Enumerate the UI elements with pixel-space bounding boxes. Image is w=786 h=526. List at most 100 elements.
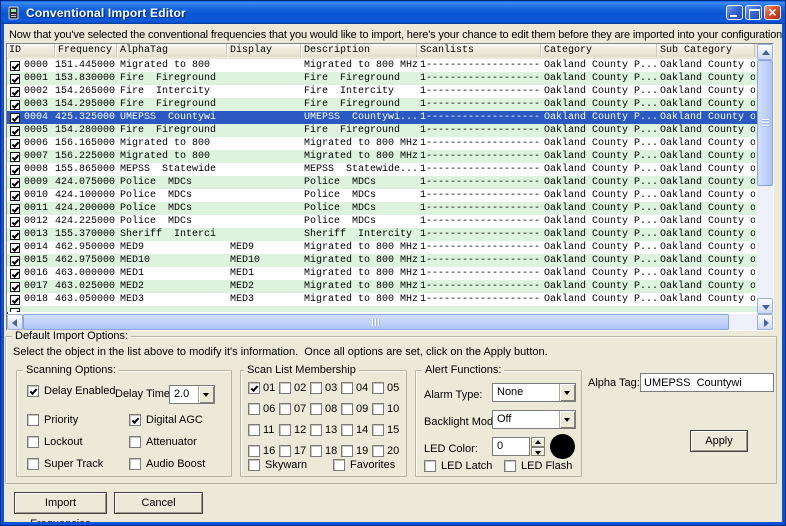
scroll-left-button[interactable] bbox=[7, 314, 23, 330]
close-button[interactable] bbox=[764, 5, 781, 20]
checkbox-box[interactable] bbox=[27, 436, 39, 448]
row-checkbox[interactable] bbox=[10, 178, 20, 188]
scroll-right-button[interactable] bbox=[757, 314, 773, 330]
table-row-0013[interactable]: 0013155.370000Sheriff InterciSheriff Int… bbox=[7, 228, 757, 241]
checkbox-audio-boost[interactable]: Audio Boost bbox=[129, 458, 205, 470]
dropdown-arrow-icon[interactable] bbox=[559, 411, 575, 428]
table-row-0012[interactable]: 0012424.225000Police MDCsPolice MDCs1---… bbox=[7, 215, 757, 228]
table-row-0014[interactable]: 0014462.950000MED9MED9Migrated to 800 MH… bbox=[7, 241, 757, 254]
checkbox-box[interactable] bbox=[372, 403, 384, 415]
horizontal-scrollbar[interactable] bbox=[7, 314, 773, 330]
row-checkbox[interactable] bbox=[10, 139, 20, 149]
table-row-0015[interactable]: 0015462.975000MED10MED10Migrated to 800 … bbox=[7, 254, 757, 267]
checkbox-box[interactable] bbox=[504, 460, 516, 472]
checkbox-scanlist-19[interactable]: 19 bbox=[341, 445, 372, 457]
table-row-0017[interactable]: 0017463.025000MED2MED2Migrated to 800 MH… bbox=[7, 280, 757, 293]
column-header-category[interactable]: Category bbox=[541, 44, 657, 57]
checkbox-super-track[interactable]: Super Track bbox=[27, 458, 103, 470]
column-header-id[interactable]: ID bbox=[7, 44, 55, 57]
column-header-display[interactable]: Display bbox=[227, 44, 301, 57]
checkbox-scanlist-17[interactable]: 17 bbox=[279, 445, 310, 457]
checkbox-scanlist-16[interactable]: 16 bbox=[248, 445, 279, 457]
row-checkbox[interactable] bbox=[10, 282, 20, 292]
row-checkbox[interactable] bbox=[10, 61, 20, 71]
checkbox-scanlist-04[interactable]: 04 bbox=[341, 382, 372, 394]
checkbox-attenuator[interactable]: Attenuator bbox=[129, 436, 197, 448]
table-row-0004[interactable]: 0004425.325000UMEPSS CountywiUMEPSS Coun… bbox=[7, 111, 757, 124]
checkbox-box[interactable] bbox=[129, 414, 141, 426]
spinner-down-button[interactable] bbox=[531, 447, 545, 457]
checkbox-led-latch[interactable]: LED Latch bbox=[424, 460, 492, 472]
checkbox-box[interactable] bbox=[310, 382, 322, 394]
column-header-scanlists[interactable]: Scanlists bbox=[417, 44, 541, 57]
table-row-0016[interactable]: 0016463.000000MED1MED1Migrated to 800 MH… bbox=[7, 267, 757, 280]
row-checkbox[interactable] bbox=[10, 126, 20, 136]
checkbox-scanlist-15[interactable]: 15 bbox=[372, 424, 403, 436]
alpha-tag-input[interactable] bbox=[640, 373, 774, 392]
checkbox-priority[interactable]: Priority bbox=[27, 414, 78, 426]
table-row-0001[interactable]: 0001153.830000Fire FiregroundFire Firegr… bbox=[7, 72, 757, 85]
delay-time-dropdown[interactable]: 2.0 bbox=[169, 385, 215, 404]
table-row-0018[interactable]: 0018463.050000MED3MED3Migrated to 800 MH… bbox=[7, 293, 757, 306]
table-row-partial[interactable] bbox=[7, 306, 757, 312]
column-header-description[interactable]: Description bbox=[301, 44, 417, 57]
checkbox-led-flash[interactable]: LED Flash bbox=[504, 460, 572, 472]
maximize-button[interactable] bbox=[745, 5, 762, 20]
scroll-up-button[interactable] bbox=[757, 44, 773, 60]
checkbox-scanlist-11[interactable]: 11 bbox=[248, 424, 279, 436]
table-row-0010[interactable]: 0010424.100000Police MDCsPolice MDCs1---… bbox=[7, 189, 757, 202]
checkbox-box[interactable] bbox=[341, 445, 353, 457]
checkbox-box[interactable] bbox=[333, 459, 345, 471]
apply-button[interactable]: Apply bbox=[690, 430, 748, 452]
row-checkbox[interactable] bbox=[10, 152, 20, 162]
table-row-0000[interactable]: 0000151.445000Migrated to 800Migrated to… bbox=[7, 59, 757, 72]
checkbox-box[interactable] bbox=[27, 458, 39, 470]
column-header-frequency[interactable]: Frequency bbox=[55, 44, 117, 57]
table-row-0002[interactable]: 0002154.265000Fire IntercityFire Interci… bbox=[7, 85, 757, 98]
import-frequencies-button[interactable]: Import Frequencies bbox=[14, 492, 107, 514]
checkbox-box[interactable] bbox=[279, 382, 291, 394]
checkbox-scanlist-09[interactable]: 09 bbox=[341, 403, 372, 415]
checkbox-scanlist-13[interactable]: 13 bbox=[310, 424, 341, 436]
checkbox-box[interactable] bbox=[129, 458, 141, 470]
checkbox-scanlist-03[interactable]: 03 bbox=[310, 382, 341, 394]
row-checkbox[interactable] bbox=[10, 256, 20, 266]
checkbox-favorites[interactable]: Favorites bbox=[333, 459, 395, 471]
checkbox-scanlist-10[interactable]: 10 bbox=[372, 403, 403, 415]
checkbox-lockout[interactable]: Lockout bbox=[27, 436, 83, 448]
checkbox-scanlist-07[interactable]: 07 bbox=[279, 403, 310, 415]
vertical-scroll-thumb[interactable] bbox=[757, 60, 773, 186]
row-checkbox[interactable] bbox=[10, 100, 20, 110]
checkbox-box[interactable] bbox=[310, 445, 322, 457]
row-checkbox[interactable] bbox=[10, 217, 20, 227]
checkbox-box[interactable] bbox=[372, 382, 384, 394]
row-checkbox[interactable] bbox=[10, 165, 20, 175]
table-row-0008[interactable]: 0008155.865000MEPSS StatewideMEPSS State… bbox=[7, 163, 757, 176]
row-checkbox[interactable] bbox=[10, 191, 20, 201]
checkbox-box[interactable] bbox=[248, 403, 260, 415]
checkbox-box[interactable] bbox=[279, 424, 291, 436]
row-checkbox[interactable] bbox=[10, 308, 20, 313]
spinner-up-button[interactable] bbox=[531, 437, 545, 447]
row-checkbox[interactable] bbox=[10, 243, 20, 253]
table-row-0005[interactable]: 0005154.280000Fire FiregroundFire Firegr… bbox=[7, 124, 757, 137]
vertical-scrollbar[interactable] bbox=[757, 44, 773, 314]
table-row-0009[interactable]: 0009424.075000Police MDCsPolice MDCs1---… bbox=[7, 176, 757, 189]
checkbox-box[interactable] bbox=[372, 424, 384, 436]
checkbox-digital-agc[interactable]: Digital AGC bbox=[129, 414, 203, 426]
table-row-0006[interactable]: 0006156.165000Migrated to 800Migrated to… bbox=[7, 137, 757, 150]
horizontal-scroll-thumb[interactable] bbox=[23, 314, 729, 330]
checkbox-box[interactable] bbox=[372, 445, 384, 457]
checkbox-box[interactable] bbox=[424, 460, 436, 472]
checkbox-box[interactable] bbox=[248, 445, 260, 457]
checkbox-box[interactable] bbox=[279, 445, 291, 457]
checkbox-box[interactable] bbox=[341, 424, 353, 436]
checkbox-box[interactable] bbox=[341, 403, 353, 415]
checkbox-scanlist-08[interactable]: 08 bbox=[310, 403, 341, 415]
checkbox-delay-enabled[interactable]: Delay Enabled bbox=[27, 385, 116, 397]
checkbox-scanlist-12[interactable]: 12 bbox=[279, 424, 310, 436]
checkbox-skywarn[interactable]: Skywarn bbox=[248, 459, 307, 471]
checkbox-box[interactable] bbox=[27, 414, 39, 426]
row-checkbox[interactable] bbox=[10, 269, 20, 279]
led-color-spinner[interactable]: 0 bbox=[492, 437, 545, 456]
